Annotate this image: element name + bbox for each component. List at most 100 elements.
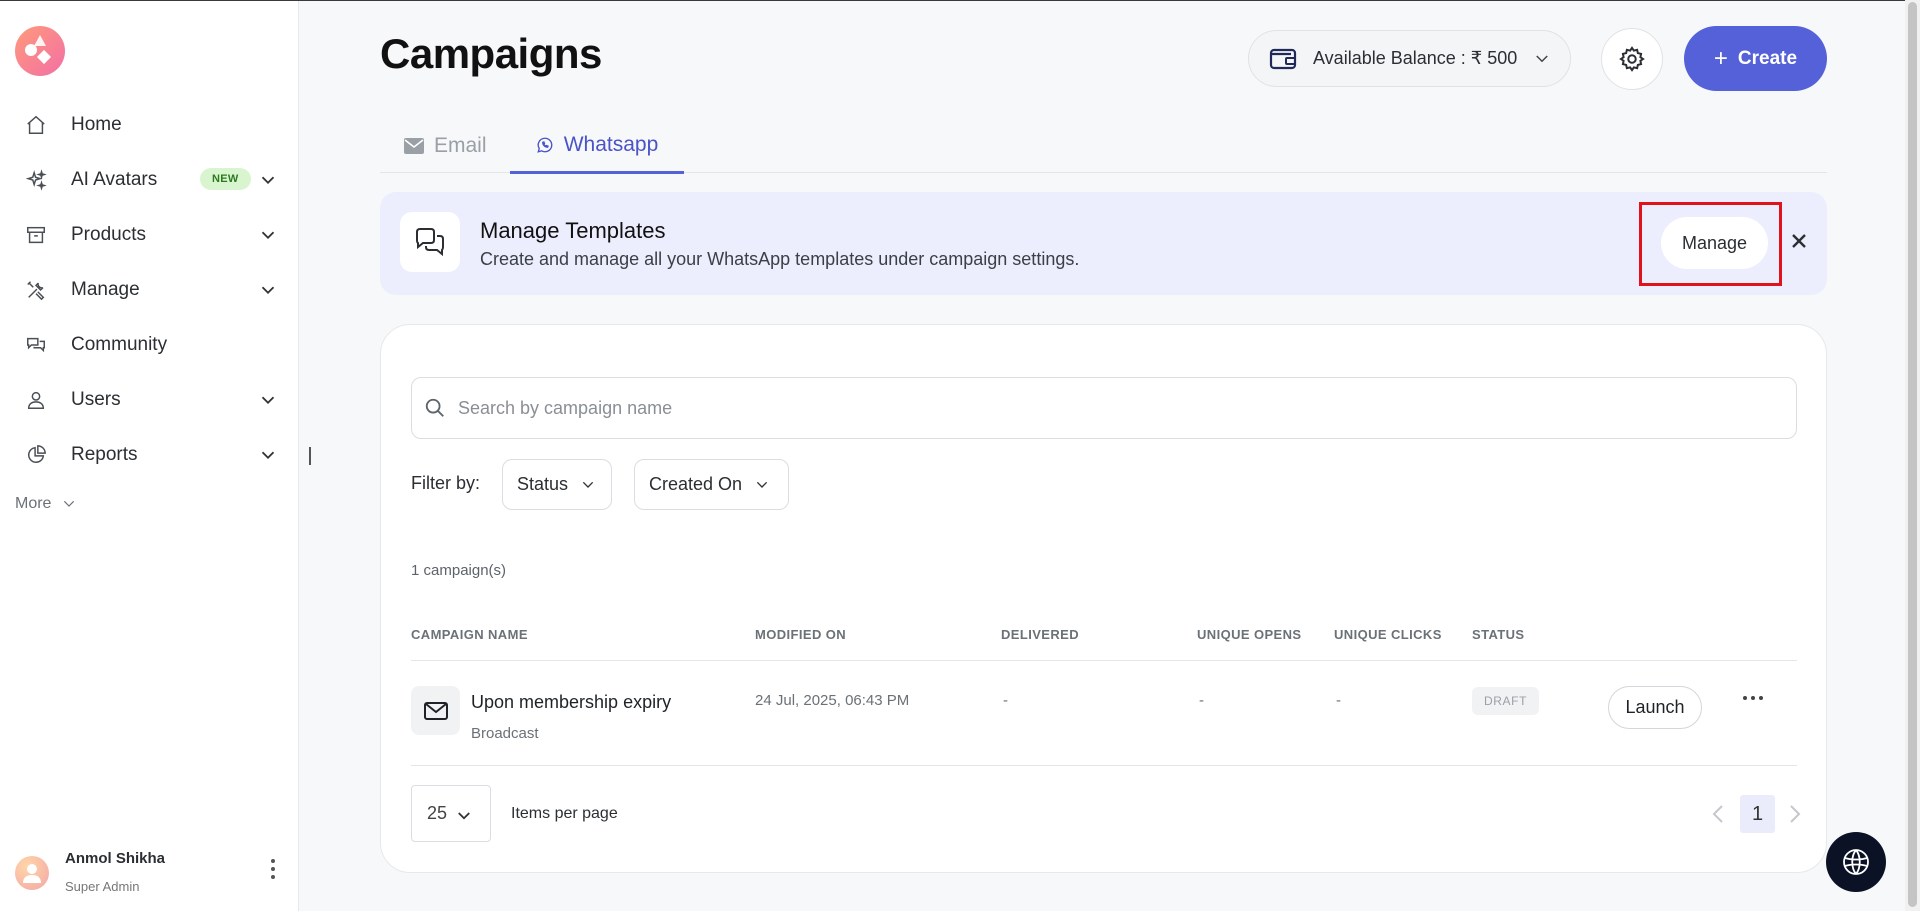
status-filter-label: Status (517, 474, 569, 494)
campaign-name[interactable]: Upon membership expiry (471, 692, 671, 713)
sidebar-item-label: Home (71, 113, 122, 135)
status-badge: DRAFT (1472, 687, 1539, 715)
more-toggle[interactable]: More (15, 495, 77, 513)
banner-title: Manage Templates (480, 218, 666, 243)
items-per-page-select[interactable]: 25 (411, 785, 491, 842)
more-label: More (15, 495, 52, 512)
chat-bubbles-icon (24, 333, 48, 357)
user-profile[interactable]: Anmol Shikha Super Admin (15, 837, 285, 897)
unique-opens-cell: - (1199, 692, 1204, 709)
page-scrollbar[interactable] (1905, 0, 1920, 911)
sidebar-item-label: Manage (71, 278, 140, 300)
created-on-filter-dropdown[interactable]: Created On (634, 459, 789, 510)
balance-label: Available Balance : ₹ 500 (1313, 48, 1518, 68)
new-badge: NEW (200, 168, 251, 190)
filter-label: Filter by: (411, 473, 481, 493)
page-title: Campaigns (380, 30, 602, 77)
gear-icon (1619, 46, 1645, 72)
scrollbar-thumb[interactable] (1908, 2, 1917, 907)
sidebar-item-products[interactable]: Products (0, 207, 299, 262)
plus-icon: + (1713, 44, 1728, 72)
manage-templates-banner: Manage Templates Create and manage all y… (380, 192, 1827, 295)
created-filter-label: Created On (649, 474, 743, 494)
balance-dropdown[interactable]: Available Balance : ₹ 500 (1248, 30, 1571, 87)
page-number[interactable]: 1 (1740, 795, 1775, 833)
search-icon (425, 398, 444, 417)
sidebar-item-label: Products (71, 223, 146, 245)
whatsapp-icon (536, 137, 553, 153)
user-name: Anmol Shikha (65, 850, 166, 867)
create-button[interactable]: + Create (1684, 26, 1827, 91)
avatar (15, 856, 49, 890)
column-header[interactable]: STATUS (1472, 627, 1524, 642)
tab-label: Whatsapp (563, 132, 659, 156)
chevron-down-icon[interactable] (257, 169, 279, 191)
modified-on-cell: 24 Jul, 2025, 06:43 PM (755, 692, 910, 709)
table-header: CAMPAIGN NAME MODIFIED ON DELIVERED UNIQ… (411, 627, 1797, 661)
chevron-down-icon (1536, 54, 1549, 62)
chevron-down-icon (64, 500, 75, 507)
tab-email[interactable]: Email (404, 118, 487, 173)
column-header[interactable]: DELIVERED (1001, 627, 1079, 642)
column-header[interactable]: CAMPAIGN NAME (411, 627, 528, 642)
sparkles-icon (24, 168, 48, 192)
chevron-down-icon (582, 481, 594, 488)
settings-button[interactable] (1601, 28, 1663, 90)
more-options-icon[interactable] (1741, 694, 1765, 702)
manage-button[interactable]: Manage (1661, 217, 1768, 269)
column-header[interactable]: UNIQUE CLICKS (1334, 627, 1442, 642)
chevron-left-icon[interactable] (1711, 803, 1725, 825)
brand-logo-icon[interactable] (15, 26, 65, 76)
archive-box-icon (24, 223, 48, 247)
chevron-right-icon[interactable] (1788, 803, 1802, 825)
user-icon (24, 388, 48, 412)
chevron-down-icon[interactable] (257, 389, 279, 411)
envelope-icon (404, 137, 424, 154)
chevron-down-icon (458, 811, 470, 820)
tab-whatsapp[interactable]: Whatsapp (510, 118, 684, 174)
home-icon (24, 113, 48, 137)
sidebar-resize-handle[interactable] (309, 447, 311, 465)
sidebar-item-label: AI Avatars (71, 168, 158, 190)
chat-bubbles-icon (400, 212, 460, 272)
sidebar: Home AI Avatars NEW Products Manage Comm… (0, 1, 299, 911)
table-row[interactable]: Upon membership expiry Broadcast 24 Jul,… (411, 662, 1797, 766)
chevron-down-icon[interactable] (257, 224, 279, 246)
search-input[interactable] (458, 397, 1758, 419)
delivered-cell: - (1003, 692, 1008, 709)
chevron-down-icon (756, 481, 768, 488)
search-box[interactable] (411, 377, 1797, 439)
sidebar-item-users[interactable]: Users (0, 372, 299, 427)
column-header[interactable]: UNIQUE OPENS (1197, 627, 1301, 642)
column-header[interactable]: MODIFIED ON (755, 627, 846, 642)
sidebar-nav: Home AI Avatars NEW Products Manage Comm… (0, 97, 299, 482)
banner-subtitle: Create and manage all your WhatsApp temp… (480, 249, 1080, 269)
channel-tabs: Email Whatsapp (380, 118, 1827, 174)
sidebar-item-ai-avatars[interactable]: AI Avatars NEW (0, 152, 299, 207)
sidebar-item-home[interactable]: Home (0, 97, 299, 152)
sidebar-item-reports[interactable]: Reports (0, 427, 299, 482)
sidebar-item-community[interactable]: Community (0, 317, 299, 372)
help-widget-button[interactable] (1826, 832, 1886, 892)
globe-icon (1843, 849, 1869, 875)
tools-icon (24, 278, 48, 302)
tab-label: Email (434, 133, 487, 157)
campaign-type: Broadcast (471, 725, 539, 742)
chevron-down-icon[interactable] (257, 279, 279, 301)
kebab-menu-icon[interactable] (267, 857, 279, 881)
unique-clicks-cell: - (1336, 692, 1341, 709)
campaigns-card: Filter by: Status Created On 1 campaign(… (380, 324, 1827, 873)
person-icon (23, 864, 41, 883)
envelope-icon (411, 686, 460, 735)
sidebar-item-label: Community (71, 333, 168, 355)
status-filter-dropdown[interactable]: Status (502, 459, 612, 510)
per-page-label: Items per page (511, 805, 618, 822)
launch-button[interactable]: Launch (1608, 686, 1702, 729)
close-icon[interactable] (1788, 230, 1810, 252)
per-page-value: 25 (427, 803, 448, 823)
create-label: Create (1737, 47, 1798, 69)
sidebar-item-label: Users (71, 388, 121, 410)
sidebar-item-manage[interactable]: Manage (0, 262, 299, 317)
chevron-down-icon[interactable] (257, 444, 279, 466)
user-role: Super Admin (65, 879, 140, 894)
